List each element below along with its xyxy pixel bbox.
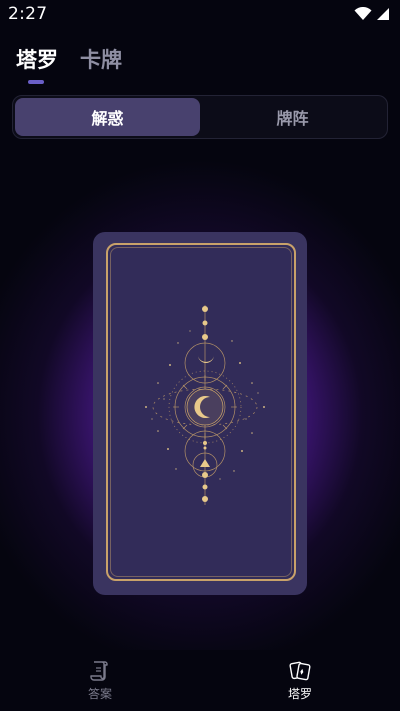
mode-segmented-control: 解惑 牌阵 <box>12 95 388 139</box>
moon-phases-icon <box>145 305 265 505</box>
status-time: 2:27 <box>8 4 48 24</box>
nav-tarot[interactable]: 塔罗 <box>200 650 400 711</box>
status-bar: 2:27 <box>0 0 400 28</box>
tab-cards-label: 卡牌 <box>80 48 122 72</box>
nav-answers[interactable]: 答案 <box>0 650 200 711</box>
top-tabs: 塔罗 卡牌 <box>16 44 122 84</box>
signal-icon <box>377 8 389 20</box>
segment-spread[interactable]: 牌阵 <box>200 98 385 136</box>
tab-tarot[interactable]: 塔罗 <box>16 44 58 84</box>
status-icons <box>354 7 390 21</box>
tab-cards[interactable]: 卡牌 <box>80 44 122 84</box>
tab-tarot-label: 塔罗 <box>16 48 58 72</box>
nav-answers-label: 答案 <box>87 687 112 701</box>
tab-active-indicator <box>28 80 44 84</box>
nav-tarot-label: 塔罗 <box>287 687 312 701</box>
bottom-nav: 答案 塔罗 <box>0 650 400 711</box>
scroll-icon <box>90 661 108 681</box>
wifi-icon <box>354 7 372 20</box>
segment-answer[interactable]: 解惑 <box>15 98 200 136</box>
tarot-cards-icon <box>289 661 311 681</box>
